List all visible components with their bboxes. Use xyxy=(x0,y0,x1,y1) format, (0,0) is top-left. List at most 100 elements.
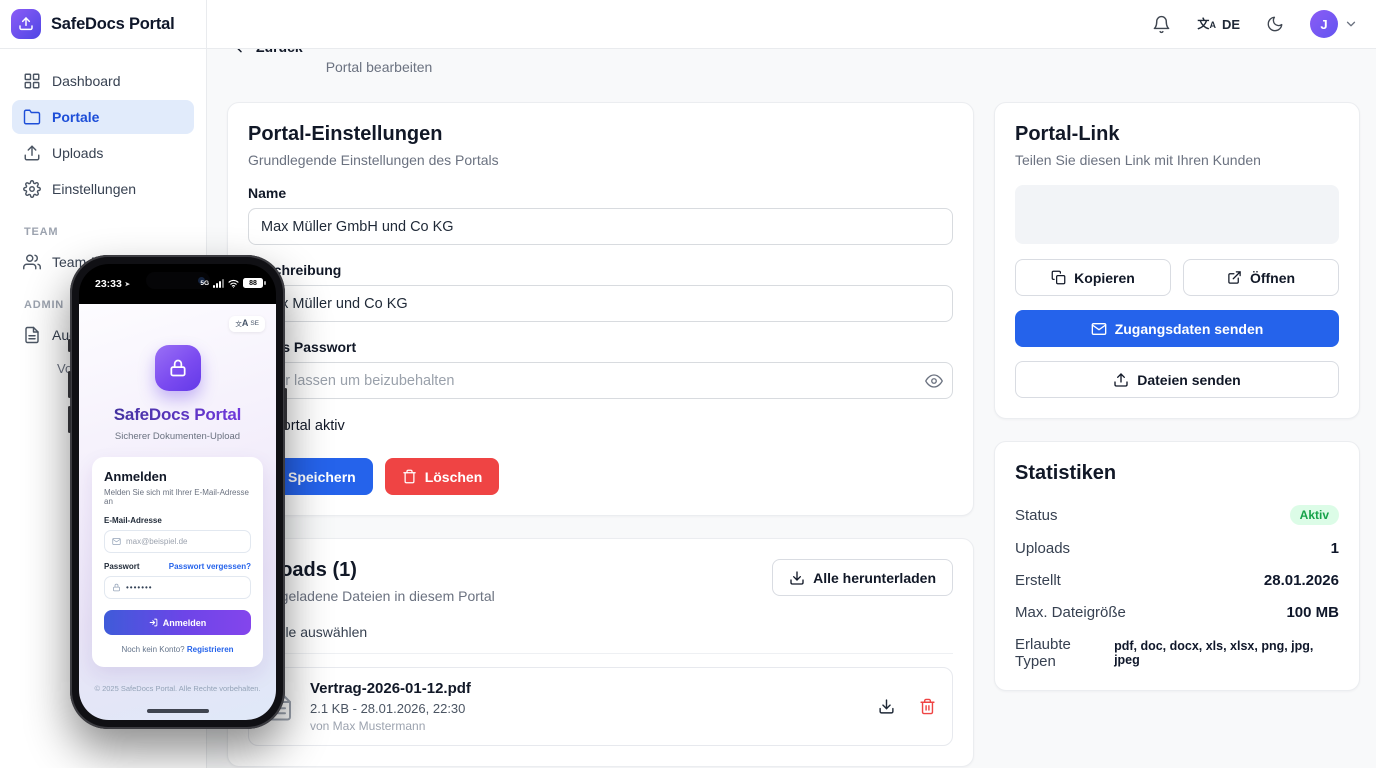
download-all-button[interactable]: Alle herunterladen xyxy=(772,559,953,596)
location-arrow-icon: ➤ xyxy=(125,281,130,288)
bell-icon xyxy=(1152,15,1171,34)
sidebar-item-dashboard[interactable]: Dashboard xyxy=(12,64,194,98)
mail-icon xyxy=(1091,321,1107,337)
gear-icon xyxy=(23,180,41,198)
sidebar-item-label: Dashboard xyxy=(52,73,121,89)
stat-row-max-filesize: Max. Dateigröße 100 MB xyxy=(1015,604,1339,621)
uploads-subtitle: Hochgeladene Dateien in diesem Portal xyxy=(248,588,495,604)
open-link-button[interactable]: Öffnen xyxy=(1183,259,1339,296)
chevron-down-icon xyxy=(1344,17,1358,31)
name-input[interactable] xyxy=(248,208,953,245)
stat-label: Status xyxy=(1015,507,1058,524)
uploads-card: Uploads (1) Hochgeladene Dateien in dies… xyxy=(227,538,974,767)
stat-label: Uploads xyxy=(1015,540,1070,557)
settings-subtitle: Grundlegende Einstellungen des Portals xyxy=(248,152,953,168)
sidebar-item-portale[interactable]: Portale xyxy=(12,100,194,134)
sidebar-item-uploads[interactable]: Uploads xyxy=(12,136,194,170)
avatar: J xyxy=(1310,10,1338,38)
phone-password-label: Passwort xyxy=(104,562,140,571)
phone-login-button: Anmelden xyxy=(104,610,251,635)
notifications-button[interactable] xyxy=(1152,15,1171,34)
portal-link-card: Portal-Link Teilen Sie diesen Link mit I… xyxy=(994,102,1360,419)
trash-icon xyxy=(402,469,417,484)
statistics-card: Statistiken Status Aktiv Uploads 1 Erste… xyxy=(994,441,1360,691)
phone-email-field: max@beispiel.de xyxy=(104,530,251,553)
send-credentials-button[interactable]: Zugangsdaten senden xyxy=(1015,310,1339,347)
dark-mode-toggle[interactable] xyxy=(1266,15,1284,33)
password-label: Neues Passwort xyxy=(248,339,953,355)
copy-icon xyxy=(1051,270,1066,285)
stat-row-created: Erstellt 28.01.2026 xyxy=(1015,572,1339,589)
stat-label: Erlaubte Typen xyxy=(1015,636,1114,670)
file-text-icon xyxy=(23,326,41,344)
sidebar-item-einstellungen[interactable]: Einstellungen xyxy=(12,172,194,206)
stat-value: 1 xyxy=(1331,540,1339,557)
lock-icon xyxy=(155,345,201,391)
login-icon xyxy=(149,618,158,627)
phone-power-button xyxy=(284,388,287,430)
send-files-button[interactable]: Dateien senden xyxy=(1015,361,1339,398)
copy-link-button[interactable]: Kopieren xyxy=(1015,259,1171,296)
phone-login-card: Anmelden Melden Sie sich mit Ihrer E-Mai… xyxy=(92,457,263,667)
translate-icon: 文A xyxy=(1197,18,1216,30)
download-all-label: Alle herunterladen xyxy=(813,570,936,586)
main-content: Zurück Max Müller GmbH und Co KG Portal … xyxy=(207,0,1376,767)
sidebar-section-team: TEAM xyxy=(24,226,206,238)
phone-email-label: E-Mail-Adresse xyxy=(104,516,251,525)
delete-file-button[interactable] xyxy=(919,698,936,715)
phone-status-bar: 23:33➤ 5G 88 xyxy=(79,264,276,304)
battery-icon: 88 xyxy=(243,278,263,288)
stat-row-uploads: Uploads 1 xyxy=(1015,540,1339,557)
signal-icon xyxy=(213,279,224,288)
description-label: Beschreibung xyxy=(248,262,953,278)
upload-icon xyxy=(1113,372,1129,388)
phone-mute-switch xyxy=(68,339,71,352)
file-meta: 2.1 KB - 28.01.2026, 22:30 xyxy=(310,701,471,716)
description-input[interactable] xyxy=(248,285,953,322)
network-label: 5G xyxy=(200,280,209,287)
stat-row-status: Status Aktiv xyxy=(1015,505,1339,525)
stat-value: 100 MB xyxy=(1286,604,1339,621)
language-switcher[interactable]: 文A DE xyxy=(1197,17,1240,32)
uploads-title: Uploads (1) xyxy=(248,559,495,582)
statistics-title: Statistiken xyxy=(1015,462,1339,485)
phone-register-link: Registrieren xyxy=(187,645,234,654)
download-file-button[interactable] xyxy=(878,698,895,715)
phone-status-time: 23:33➤ xyxy=(95,278,130,290)
users-icon xyxy=(23,253,41,271)
stat-label: Erstellt xyxy=(1015,572,1061,589)
toggle-password-visibility-button[interactable] xyxy=(925,372,943,390)
phone-forgot-password-link: Passwort vergessen? xyxy=(169,562,251,571)
phone-app-title: SafeDocs Portal xyxy=(79,405,276,425)
phone-password-field: ••••••• xyxy=(104,576,251,599)
phone-signup-row: Noch kein Konto? Registrieren xyxy=(104,645,251,654)
download-icon xyxy=(878,698,895,715)
phone-login-title: Anmelden xyxy=(104,469,251,484)
send-files-label: Dateien senden xyxy=(1137,372,1240,388)
phone-app-screen: 文A SE SafeDocs Portal Sicherer Dokumente… xyxy=(79,304,276,720)
brand[interactable]: SafeDocs Portal xyxy=(0,0,206,49)
portal-settings-card: Portal-Einstellungen Grundlegende Einste… xyxy=(227,102,974,516)
translate-icon: 文A xyxy=(235,319,248,329)
sidebar-item-label: Einstellungen xyxy=(52,181,136,197)
portal-link-title: Portal-Link xyxy=(1015,123,1339,146)
delete-button[interactable]: Löschen xyxy=(385,458,500,495)
phone-login-subtitle: Melden Sie sich mit Ihrer E-Mail-Adresse… xyxy=(104,488,251,506)
status-badge: Aktiv xyxy=(1290,505,1339,525)
portal-link-display xyxy=(1015,185,1339,244)
user-menu[interactable]: J xyxy=(1310,10,1358,38)
moon-icon xyxy=(1266,15,1284,33)
phone-screen: 23:33➤ 5G 88 文A SE SafeDocs Portal Siche… xyxy=(79,264,276,720)
external-link-icon xyxy=(1227,270,1242,285)
name-label: Name xyxy=(248,185,953,201)
home-indicator xyxy=(147,709,209,713)
send-credentials-label: Zugangsdaten senden xyxy=(1115,321,1264,337)
sidebar-item-label: Uploads xyxy=(52,145,103,161)
topbar: 文A DE J xyxy=(207,0,1376,49)
select-all-label: Alle auswählen xyxy=(273,624,367,640)
trash-icon xyxy=(919,698,936,715)
save-label: Speichern xyxy=(288,469,356,485)
sidebar-item-label: Portale xyxy=(52,109,99,125)
delete-label: Löschen xyxy=(425,469,483,485)
password-input[interactable] xyxy=(248,362,953,399)
